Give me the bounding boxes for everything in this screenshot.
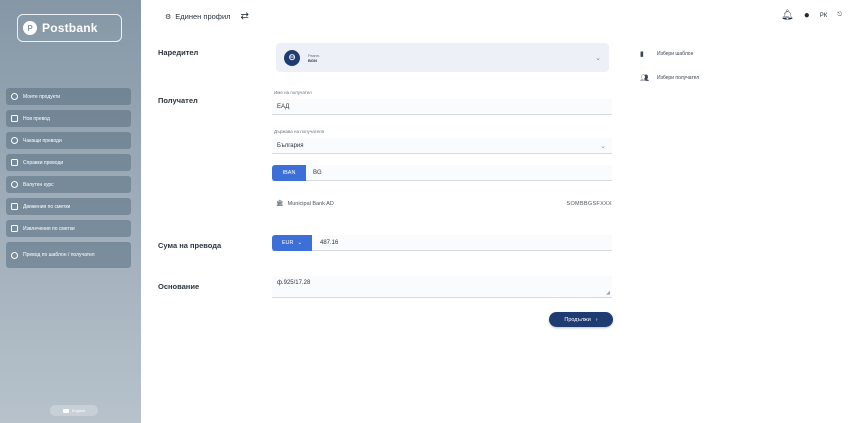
bank-name: Municipal Bank AD — [287, 200, 334, 207]
account-icon: ⊖ — [284, 49, 300, 66]
continue-label: Продължи — [564, 316, 591, 323]
reason-label: Основание — [158, 282, 200, 291]
sidebar-nav: Моите продукти Нов превод Чакащи преводи… — [6, 88, 131, 273]
recipient-label: Получател — [158, 96, 198, 105]
chevron-right-icon: › — [595, 316, 598, 323]
user-initials[interactable]: РК — [820, 13, 828, 19]
sidebar-item-account-movements[interactable]: Движения по сметки — [6, 198, 131, 215]
chevron-down-icon: ⌄ — [595, 54, 601, 62]
reason-textarea[interactable]: ф.925/17.28 ◢ — [272, 276, 612, 298]
amount-input[interactable]: EUR ⌄ 487.16 — [272, 234, 612, 251]
sidebar-item-label: Моите продукти — [23, 93, 61, 100]
country-caption: Държава на получателя — [274, 129, 325, 134]
sidebar-item-transfer-reports[interactable]: Справки преводи — [6, 154, 131, 171]
sidebar-item-label: Нов превод — [23, 115, 50, 122]
sidebar-item-label: Превод по шаблон / получател — [23, 252, 95, 258]
sidebar-item-label: Справки преводи — [23, 159, 64, 166]
flag-icon — [62, 408, 69, 413]
recipient-name-value: ЕАД — [277, 103, 290, 110]
bank-bic: SOMBBGSFXXX — [566, 200, 612, 207]
amount-label: Сума на превода — [158, 241, 222, 250]
bank-icon: 🏛︎ — [276, 201, 284, 207]
sidebar-item-template-transfer[interactable]: Превод по шаблон / получател — [6, 242, 131, 268]
language-label: English — [71, 408, 86, 413]
payer-account-select[interactable]: ⊖ Разпл. BGN ⌄ — [276, 43, 609, 72]
transfer-icon — [11, 115, 18, 122]
sidebar-item-label: Чакащи преводи — [23, 137, 62, 144]
quick-links: ▮ Избери шаблон 👥︎ Избери получател — [640, 48, 840, 96]
account-type-line-2: BGN — [308, 57, 317, 63]
movements-icon — [11, 203, 18, 210]
clock-icon — [11, 137, 18, 144]
sidebar-item-account-statements[interactable]: Извлечения по сметки — [6, 220, 131, 237]
language-button[interactable]: English — [50, 405, 98, 416]
quick-link-label: Избери получател — [657, 75, 700, 81]
logo-mark-icon: P — [23, 21, 37, 35]
currency-icon — [11, 181, 18, 188]
chevron-down-icon: ⌄ — [600, 142, 606, 150]
choose-recipient-link[interactable]: 👥︎ Избери получател — [640, 72, 840, 84]
chevron-down-icon: ⌄ — [297, 239, 303, 246]
recipient-name-input[interactable]: ЕАД — [272, 99, 612, 115]
home-icon — [11, 93, 18, 100]
settings-icon: ⚙ — [165, 13, 172, 21]
sidebar-item-label: Валутен курс — [23, 181, 54, 188]
sidebar-item-exchange-rate[interactable]: Валутен курс — [6, 176, 131, 193]
template-icon: ▮ — [640, 51, 644, 58]
profile-label: Единен профил — [175, 12, 231, 21]
logo-subtitle — [22, 45, 117, 49]
logout-icon[interactable]: ⎋ — [837, 12, 842, 19]
sidebar: P Postbank Моите продукти Нов превод Чак… — [0, 0, 141, 423]
choose-template-link[interactable]: ▮ Избери шаблон — [640, 48, 840, 60]
sidebar-item-label: Извлечения по сметки — [23, 225, 75, 232]
account-type-line-1: Разпл. — [308, 52, 321, 58]
topbar-actions: 🔔︎ ● РК ⎋ — [781, 10, 842, 21]
sidebar-item-my-products[interactable]: Моите продукти — [6, 88, 131, 105]
sidebar-item-pending-transfers[interactable]: Чакащи преводи — [6, 132, 131, 149]
iban-input[interactable]: IBAN BG — [272, 164, 612, 181]
country-select[interactable]: България ⌄ — [272, 138, 612, 154]
report-icon — [11, 159, 18, 166]
resize-handle-icon[interactable]: ◢ — [606, 290, 610, 296]
recipient-name-caption: Име на получател — [274, 90, 312, 95]
reason-value: ф.925/17.28 — [277, 280, 311, 286]
template-icon — [11, 251, 18, 259]
account-type: Разпл. BGN — [308, 53, 320, 63]
payer-label: Наредител — [158, 48, 199, 57]
logo[interactable]: P Postbank — [17, 14, 122, 42]
continue-button[interactable]: Продължи › — [549, 312, 613, 327]
iban-value: BG — [313, 169, 322, 176]
country-value: България — [277, 142, 304, 149]
currency-select[interactable]: EUR ⌄ — [272, 234, 312, 251]
bank-info: 🏛︎ Municipal Bank AD SOMBBGSFXXX — [276, 200, 612, 208]
sidebar-item-new-transfer[interactable]: Нов превод — [6, 110, 131, 127]
currency-value: EUR — [281, 239, 294, 246]
iban-tag: IBAN — [272, 164, 306, 181]
quick-link-label: Избери шаблон — [657, 51, 694, 57]
statement-icon — [11, 225, 18, 232]
user-icon[interactable]: ● — [804, 10, 810, 21]
bell-icon[interactable]: 🔔︎ — [781, 10, 794, 21]
profile-selector[interactable]: ⚙ Единен профил ⇄ — [165, 11, 249, 22]
users-icon: 👥︎ — [640, 75, 649, 82]
amount-value: 487.16 — [320, 239, 339, 246]
logo-text: Postbank — [42, 21, 98, 35]
sidebar-item-label: Движения по сметки — [23, 203, 71, 210]
topbar: ⚙ Единен профил ⇄ 🔔︎ ● РК ⎋ — [141, 0, 850, 38]
switch-profile-icon[interactable]: ⇄ — [241, 11, 249, 22]
